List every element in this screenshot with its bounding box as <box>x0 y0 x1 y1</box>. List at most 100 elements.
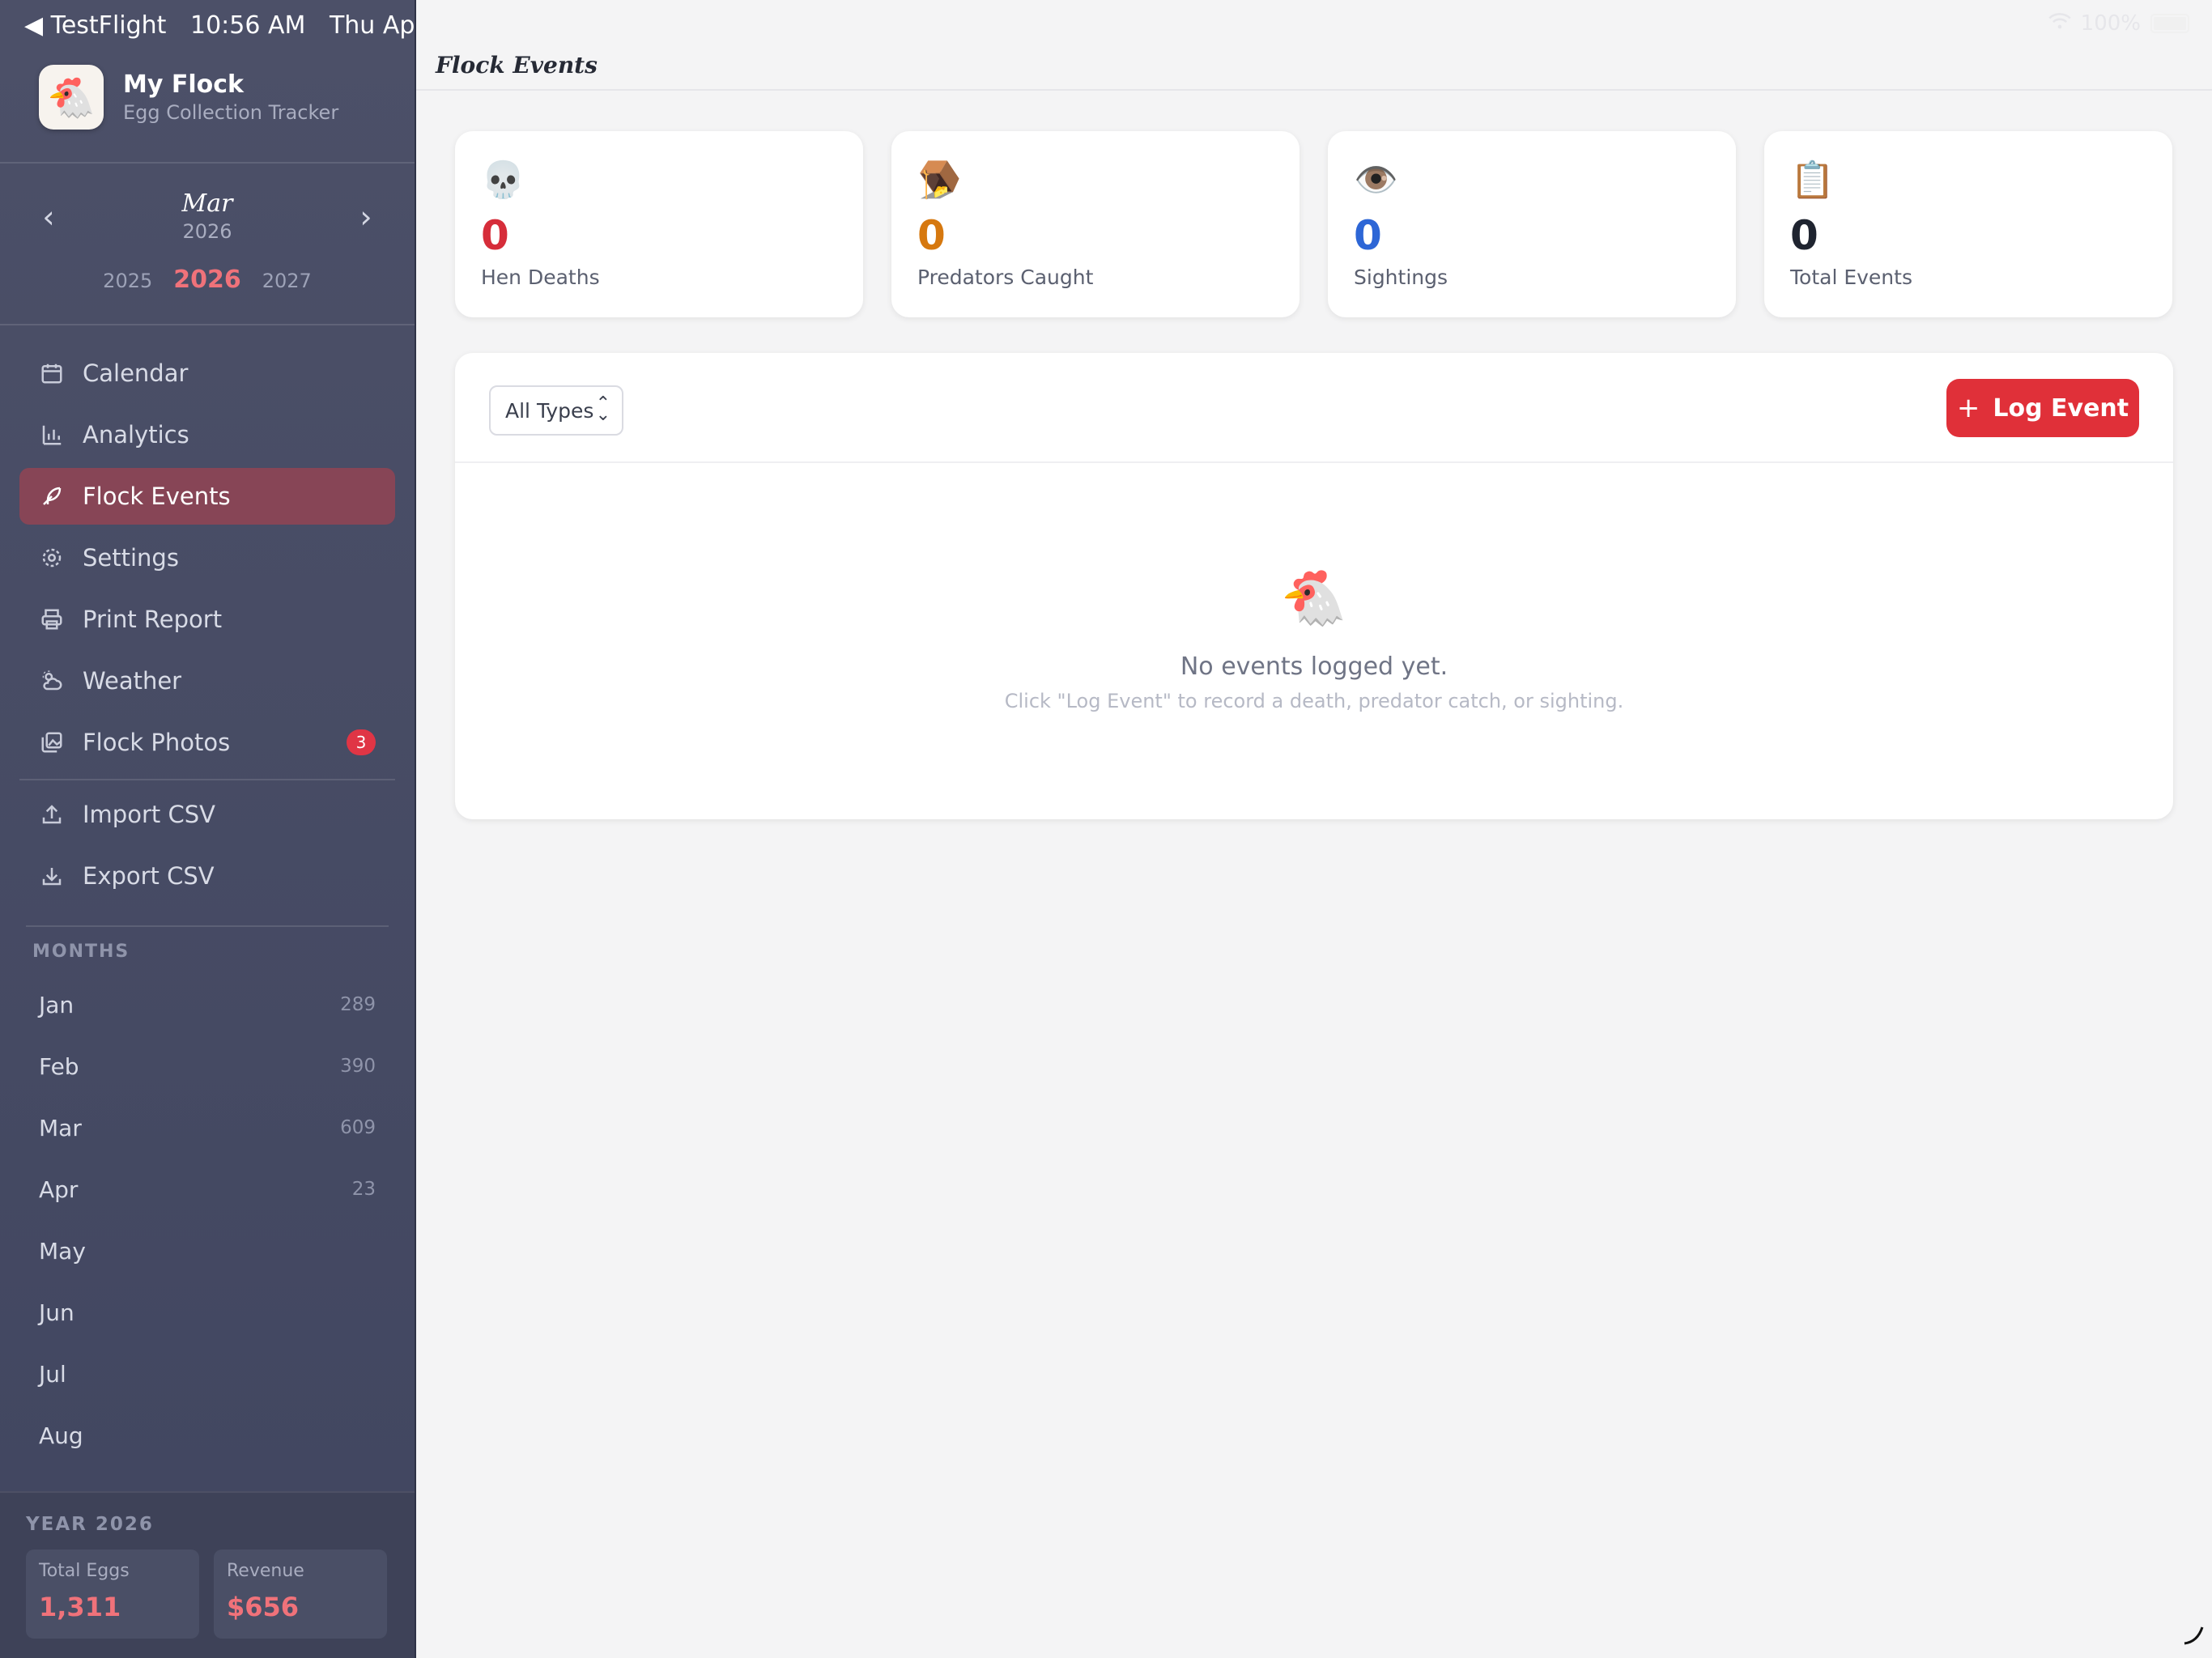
month-name: Feb <box>39 1052 79 1080</box>
month-row-jul[interactable]: Jul <box>39 1354 376 1394</box>
total-eggs-label: Total Eggs <box>39 1561 130 1581</box>
nav-label: Settings <box>83 544 179 572</box>
stat-value: 0 <box>1354 212 1382 259</box>
photos-count-badge: 3 <box>347 729 376 755</box>
month-name: May <box>39 1237 86 1265</box>
brand: 🐔 My Flock Egg Collection Tracker <box>39 65 338 130</box>
month-row-apr[interactable]: Apr 23 <box>39 1169 376 1209</box>
brand-title: My Flock <box>123 70 244 99</box>
bar-chart-icon <box>36 419 68 451</box>
plus-icon: + <box>1956 392 1980 424</box>
status-time: 10:56 AM <box>189 11 306 40</box>
revenue-value: $656 <box>227 1592 300 1622</box>
trap-icon: 🪤 <box>917 159 962 201</box>
log-event-label: Log Event <box>1993 393 2129 423</box>
log-event-button[interactable]: + Log Event <box>1946 379 2139 437</box>
month-count: 390 <box>340 1056 376 1077</box>
year-summary: YEAR 2026 Total Eggs 1,311 Revenue $656 <box>0 1491 415 1658</box>
printer-icon <box>36 603 68 636</box>
year-option-2026[interactable]: 2026 <box>173 266 241 294</box>
month-row-jan[interactable]: Jan 289 <box>39 984 376 1025</box>
total-eggs-value: 1,311 <box>39 1592 121 1622</box>
month-count: 23 <box>351 1179 376 1200</box>
battery-icon <box>2150 14 2189 33</box>
year-option-2025[interactable]: 2025 <box>103 270 152 292</box>
nav-calendar[interactable]: Calendar <box>19 345 395 402</box>
stat-value: 0 <box>1790 212 1819 259</box>
nav-export-csv[interactable]: Export CSV <box>19 848 395 904</box>
month-row-may[interactable]: May <box>39 1231 376 1271</box>
nav-print-report[interactable]: Print Report <box>19 591 395 648</box>
nav-flock-photos[interactable]: Flock Photos 3 <box>19 714 395 771</box>
months-section-label: MONTHS <box>32 942 130 962</box>
stat-label: Predators Caught <box>917 266 1094 289</box>
empty-state-hint: Click "Log Event" to record a death, pre… <box>1004 690 1624 712</box>
stat-card-predators-caught: 🪤 0 Predators Caught <box>891 131 1300 317</box>
status-date: Thu Apr 2 <box>329 11 415 40</box>
header-divider <box>416 89 2212 91</box>
year-option-2027[interactable]: 2027 <box>262 270 312 292</box>
month-row-mar[interactable]: Mar 609 <box>39 1107 376 1148</box>
clipboard-icon: 📋 <box>1790 159 1835 201</box>
main-content: 100% Flock Events 💀 0 Hen Deaths 🪤 0 Pre… <box>415 0 2212 1658</box>
filter-value: All Types <box>505 398 594 423</box>
month-name: Jan <box>39 991 74 1018</box>
revenue-box: Revenue $656 <box>214 1550 387 1639</box>
next-month-button[interactable]: › <box>348 199 384 235</box>
nav-import-csv[interactable]: Import CSV <box>19 786 395 843</box>
chicken-icon: 🐔 <box>1280 567 1348 629</box>
stat-label: Total Events <box>1790 266 1912 289</box>
total-eggs-box: Total Eggs 1,311 <box>26 1550 199 1639</box>
divider <box>26 925 389 927</box>
divider <box>19 779 395 780</box>
wifi-icon <box>2048 11 2071 36</box>
nav-label: Flock Events <box>83 483 231 510</box>
gear-icon <box>36 542 68 574</box>
status-bar-left: ◀ TestFlight 10:56 AM Thu Apr 2 <box>24 11 415 40</box>
status-bar-right: 100% <box>2048 11 2189 36</box>
nav-settings[interactable]: Settings <box>19 529 395 586</box>
month-row-jun[interactable]: Jun <box>39 1292 376 1333</box>
divider <box>0 162 415 164</box>
month-row-feb[interactable]: Feb 390 <box>39 1046 376 1086</box>
prev-month-button[interactable]: ‹ <box>31 199 66 235</box>
battery-percent: 100% <box>2080 11 2141 36</box>
page-title: Flock Events <box>436 52 598 79</box>
app-logo-icon: 🐔 <box>39 65 104 130</box>
month-name: Aug <box>39 1422 83 1449</box>
stat-card-total-events: 📋 0 Total Events <box>1764 131 2172 317</box>
feather-icon <box>36 480 68 512</box>
weather-icon <box>36 665 68 697</box>
stat-label: Hen Deaths <box>481 266 600 289</box>
back-to-testflight[interactable]: ◀ TestFlight <box>24 11 166 40</box>
upload-icon <box>36 798 68 831</box>
download-icon <box>36 860 68 892</box>
nav-weather[interactable]: Weather <box>19 653 395 709</box>
month-name: Jun <box>39 1299 74 1326</box>
photos-icon <box>36 726 68 759</box>
month-row-aug[interactable]: Aug <box>39 1415 376 1456</box>
nav-flock-events[interactable]: Flock Events <box>19 468 395 525</box>
nav-analytics[interactable]: Analytics <box>19 406 395 463</box>
nav-label: Flock Photos <box>83 729 231 756</box>
brand-subtitle: Egg Collection Tracker <box>123 101 339 124</box>
nav-label: Calendar <box>83 359 189 387</box>
event-type-filter[interactable]: All Types ⌃ ⌄ <box>489 385 623 436</box>
skull-icon: 💀 <box>481 159 525 201</box>
sidebar: ◀ TestFlight 10:56 AM Thu Apr 2 🐔 My Flo… <box>0 0 415 1658</box>
empty-state-title: No events logged yet. <box>1180 653 1448 681</box>
current-month-year: 2026 <box>182 220 232 243</box>
nav-label: Export CSV <box>83 862 215 890</box>
events-panel: All Types ⌃ ⌄ + Log Event 🐔 No events log… <box>455 353 2173 819</box>
select-chevron-icon: ⌃ ⌄ <box>595 393 610 425</box>
stat-value: 0 <box>481 212 509 259</box>
nav-label: Import CSV <box>83 801 215 828</box>
divider <box>0 324 415 325</box>
month-count: 609 <box>340 1117 376 1138</box>
year-summary-label: YEAR 2026 <box>26 1514 154 1535</box>
current-month: Mar <box>181 189 233 218</box>
stat-label: Sightings <box>1354 266 1448 289</box>
resize-handle-icon <box>2184 1626 2204 1645</box>
nav-label: Weather <box>83 667 182 695</box>
stat-card-sightings: 👁️ 0 Sightings <box>1328 131 1736 317</box>
